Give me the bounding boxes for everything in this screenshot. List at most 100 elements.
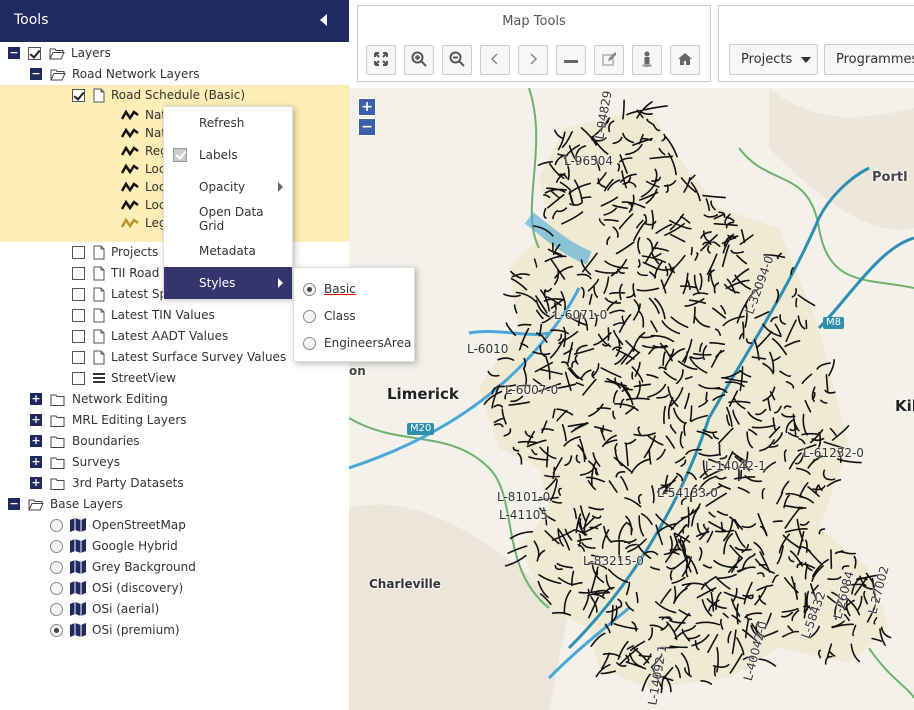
tree-label: Latest Sp	[111, 287, 168, 301]
radio-selected-icon[interactable]	[303, 282, 316, 296]
radio-icon[interactable]	[50, 560, 63, 574]
road-label: L-96504	[564, 154, 613, 168]
tree-node-group[interactable]: + Network Editing	[30, 389, 168, 409]
measure-button[interactable]	[556, 45, 586, 75]
collapse-panel-icon[interactable]	[320, 14, 327, 26]
road-label: L-54133-0	[657, 486, 718, 500]
tree-node-base-layer[interactable]: OSi (premium)	[50, 620, 180, 640]
tree-node-base-layer[interactable]: Google Hybrid	[50, 536, 178, 556]
road-line-icon	[121, 181, 139, 193]
tree-node-base-layer[interactable]: OSi (discovery)	[50, 578, 183, 598]
menu-label: Labels	[199, 148, 238, 162]
collapse-icon[interactable]: −	[8, 498, 20, 510]
road-schedule-checkbox[interactable]	[72, 88, 85, 102]
submenu-arrow-icon	[278, 182, 283, 192]
style-option-engineersarea[interactable]: EngineersArea	[303, 333, 411, 353]
layer-checkbox[interactable]	[72, 266, 85, 280]
radio-icon[interactable]	[50, 581, 63, 595]
radio-icon[interactable]	[303, 336, 316, 350]
tree-label: Road Network Layers	[72, 67, 200, 81]
edit-icon	[602, 51, 617, 69]
road-line-icon	[121, 145, 139, 157]
tree-node-group[interactable]: + MRL Editing Layers	[30, 410, 187, 430]
tree-node-road-network-layers[interactable]: − Road Network Layers	[30, 64, 200, 84]
folder-icon	[50, 477, 66, 490]
road-line-icon	[121, 217, 139, 229]
file-icon	[93, 88, 105, 103]
tree-node-road-item[interactable]: StreetView	[72, 368, 176, 388]
tree-node-road-item[interactable]: Latest AADT Values	[72, 326, 228, 346]
tree-node-base-layer[interactable]: Grey Background	[50, 557, 196, 577]
layer-checkbox[interactable]	[72, 245, 85, 259]
tree-node-road-item[interactable]: Latest Surface Survey Values	[72, 347, 286, 367]
tree-node-road-item[interactable]: Projects	[72, 242, 158, 262]
programmes-button[interactable]: Programmes	[824, 44, 914, 75]
menu-label: Metadata	[199, 244, 256, 258]
tree-node-group[interactable]: + Surveys	[30, 452, 120, 472]
tree-node-layers[interactable]: − Layers	[8, 43, 111, 63]
collapse-icon[interactable]: −	[30, 68, 42, 80]
tree-node-road-item[interactable]: Latest TIN Values	[72, 305, 215, 325]
collapse-icon[interactable]: −	[8, 47, 20, 59]
motorway-shield-m20: M20	[407, 423, 435, 435]
layer-checkbox[interactable]	[72, 329, 85, 343]
chevron-left-icon	[490, 52, 500, 68]
chevron-right-icon	[528, 52, 538, 68]
expand-icon[interactable]: +	[30, 393, 42, 405]
zoom-out-button[interactable]: −	[358, 118, 376, 136]
tree-label: MRL Editing Layers	[72, 413, 187, 427]
tree-label: Latest Surface Survey Values	[111, 350, 287, 364]
tree-label: OSi (discovery)	[92, 581, 184, 595]
next-extent-button[interactable]	[518, 45, 548, 75]
layer-checkbox[interactable]	[72, 308, 85, 322]
tree-node-group[interactable]: + Boundaries	[30, 431, 140, 451]
radio-icon[interactable]	[50, 539, 63, 553]
style-option-basic[interactable]: Basic	[303, 279, 356, 299]
edit-button[interactable]	[594, 45, 624, 75]
programmes-label: Programmes	[836, 52, 914, 67]
menu-item-open-data-grid[interactable]: Open Data Grid	[164, 203, 292, 235]
folder-open-icon	[49, 47, 65, 60]
expand-icon[interactable]: +	[30, 477, 42, 489]
tree-node-base-layers[interactable]: − Base Layers	[8, 494, 123, 514]
radio-icon[interactable]	[303, 309, 316, 323]
menu-item-metadata[interactable]: Metadata	[164, 235, 292, 267]
menu-item-refresh[interactable]: Refresh	[164, 107, 292, 139]
expand-icon[interactable]: +	[30, 414, 42, 426]
checkbox-checked-icon[interactable]	[173, 148, 187, 162]
layers-checkbox[interactable]	[28, 46, 41, 60]
layer-checkbox[interactable]	[72, 371, 85, 385]
tree-node-road-item[interactable]: Latest Sp	[72, 284, 167, 304]
radio-selected-icon[interactable]	[50, 623, 63, 637]
map-view[interactable]: + − Limerick Charleville Portl Kil on M2…	[349, 88, 914, 710]
menu-item-labels[interactable]: Labels	[164, 139, 292, 171]
menu-item-opacity[interactable]: Opacity	[164, 171, 292, 203]
place-limerick: Limerick	[387, 385, 459, 403]
previous-extent-button[interactable]	[480, 45, 510, 75]
projects-dropdown[interactable]: Projects	[729, 44, 818, 75]
layer-checkbox[interactable]	[72, 350, 85, 364]
style-option-class[interactable]: Class	[303, 306, 356, 326]
radio-icon[interactable]	[50, 602, 63, 616]
zoom-extent-button[interactable]	[366, 45, 396, 75]
expand-icon[interactable]: +	[30, 456, 42, 468]
zoom-in-button[interactable]: +	[358, 98, 376, 116]
tree-label: OSi (premium)	[92, 623, 180, 637]
tree-label: Latest AADT Values	[111, 329, 229, 343]
streetview-button[interactable]	[632, 45, 662, 75]
tree-node-road-schedule[interactable]: Road Schedule (Basic)	[72, 85, 245, 105]
tree-node-group[interactable]: +3rd Party Datasets	[30, 473, 184, 493]
zoom-in-tool-button[interactable]	[404, 45, 434, 75]
road-line-icon	[121, 163, 139, 175]
tree-node-base-layer[interactable]: OSi (aerial)	[50, 599, 159, 619]
zoom-out-tool-button[interactable]	[442, 45, 472, 75]
expand-icon[interactable]: +	[30, 435, 42, 447]
tree-node-base-layer[interactable]: OpenStreetMap	[50, 515, 186, 535]
layer-checkbox[interactable]	[72, 287, 85, 301]
tree-node-road-item[interactable]: TII Road	[72, 263, 159, 283]
menu-label: Open Data Grid	[199, 205, 264, 233]
menu-item-styles[interactable]: Styles	[164, 267, 292, 299]
radio-icon[interactable]	[50, 518, 63, 532]
map-icon	[70, 602, 86, 616]
home-button[interactable]	[670, 45, 700, 75]
